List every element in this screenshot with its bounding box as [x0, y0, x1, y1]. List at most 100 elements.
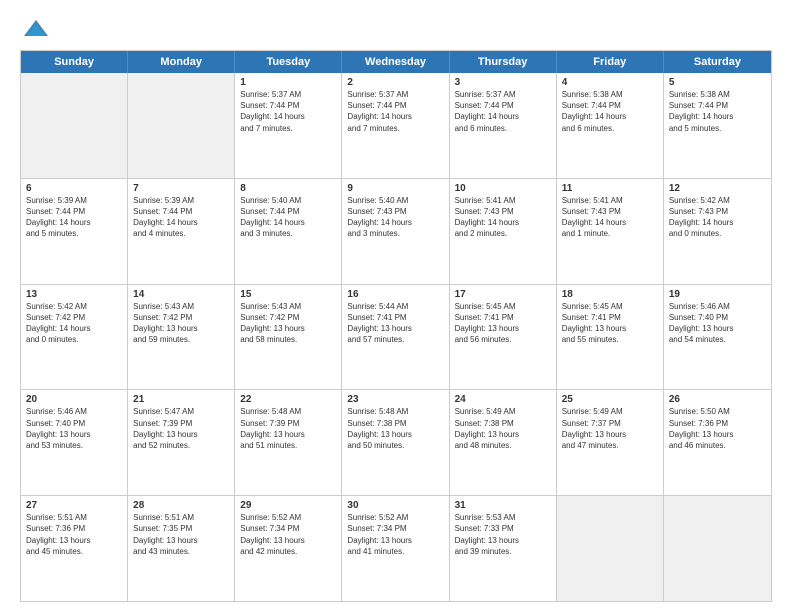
calendar-cell: 1Sunrise: 5:37 AM Sunset: 7:44 PM Daylig…	[235, 73, 342, 178]
calendar-cell	[664, 496, 771, 601]
day-number: 31	[455, 500, 551, 511]
day-number: 1	[240, 77, 336, 88]
day-number: 18	[562, 289, 658, 300]
calendar-cell: 30Sunrise: 5:52 AM Sunset: 7:34 PM Dayli…	[342, 496, 449, 601]
calendar-cell	[557, 496, 664, 601]
calendar-cell: 5Sunrise: 5:38 AM Sunset: 7:44 PM Daylig…	[664, 73, 771, 178]
calendar-cell: 17Sunrise: 5:45 AM Sunset: 7:41 PM Dayli…	[450, 285, 557, 390]
calendar-row: 27Sunrise: 5:51 AM Sunset: 7:36 PM Dayli…	[21, 496, 771, 601]
calendar-cell: 14Sunrise: 5:43 AM Sunset: 7:42 PM Dayli…	[128, 285, 235, 390]
cell-details: Sunrise: 5:53 AM Sunset: 7:33 PM Dayligh…	[455, 512, 551, 557]
calendar-cell: 11Sunrise: 5:41 AM Sunset: 7:43 PM Dayli…	[557, 179, 664, 284]
weekday-header: Sunday	[21, 51, 128, 73]
day-number: 9	[347, 183, 443, 194]
cell-details: Sunrise: 5:38 AM Sunset: 7:44 PM Dayligh…	[669, 89, 766, 134]
cell-details: Sunrise: 5:42 AM Sunset: 7:42 PM Dayligh…	[26, 301, 122, 346]
cell-details: Sunrise: 5:37 AM Sunset: 7:44 PM Dayligh…	[347, 89, 443, 134]
weekday-header: Friday	[557, 51, 664, 73]
cell-details: Sunrise: 5:40 AM Sunset: 7:44 PM Dayligh…	[240, 195, 336, 240]
day-number: 11	[562, 183, 658, 194]
day-number: 15	[240, 289, 336, 300]
calendar-cell: 29Sunrise: 5:52 AM Sunset: 7:34 PM Dayli…	[235, 496, 342, 601]
day-number: 17	[455, 289, 551, 300]
day-number: 30	[347, 500, 443, 511]
cell-details: Sunrise: 5:43 AM Sunset: 7:42 PM Dayligh…	[240, 301, 336, 346]
calendar-cell: 24Sunrise: 5:49 AM Sunset: 7:38 PM Dayli…	[450, 390, 557, 495]
calendar-row: 6Sunrise: 5:39 AM Sunset: 7:44 PM Daylig…	[21, 179, 771, 285]
calendar-row: 20Sunrise: 5:46 AM Sunset: 7:40 PM Dayli…	[21, 390, 771, 496]
cell-details: Sunrise: 5:41 AM Sunset: 7:43 PM Dayligh…	[455, 195, 551, 240]
cell-details: Sunrise: 5:37 AM Sunset: 7:44 PM Dayligh…	[455, 89, 551, 134]
day-number: 23	[347, 394, 443, 405]
header	[20, 18, 772, 40]
day-number: 10	[455, 183, 551, 194]
calendar-cell: 6Sunrise: 5:39 AM Sunset: 7:44 PM Daylig…	[21, 179, 128, 284]
calendar-cell: 9Sunrise: 5:40 AM Sunset: 7:43 PM Daylig…	[342, 179, 449, 284]
day-number: 25	[562, 394, 658, 405]
calendar-cell: 19Sunrise: 5:46 AM Sunset: 7:40 PM Dayli…	[664, 285, 771, 390]
calendar-cell: 4Sunrise: 5:38 AM Sunset: 7:44 PM Daylig…	[557, 73, 664, 178]
calendar-cell: 7Sunrise: 5:39 AM Sunset: 7:44 PM Daylig…	[128, 179, 235, 284]
cell-details: Sunrise: 5:49 AM Sunset: 7:38 PM Dayligh…	[455, 406, 551, 451]
calendar-cell: 8Sunrise: 5:40 AM Sunset: 7:44 PM Daylig…	[235, 179, 342, 284]
day-number: 24	[455, 394, 551, 405]
calendar-cell: 27Sunrise: 5:51 AM Sunset: 7:36 PM Dayli…	[21, 496, 128, 601]
cell-details: Sunrise: 5:39 AM Sunset: 7:44 PM Dayligh…	[26, 195, 122, 240]
calendar-cell: 16Sunrise: 5:44 AM Sunset: 7:41 PM Dayli…	[342, 285, 449, 390]
weekday-header: Monday	[128, 51, 235, 73]
day-number: 26	[669, 394, 766, 405]
day-number: 28	[133, 500, 229, 511]
cell-details: Sunrise: 5:43 AM Sunset: 7:42 PM Dayligh…	[133, 301, 229, 346]
calendar-cell: 10Sunrise: 5:41 AM Sunset: 7:43 PM Dayli…	[450, 179, 557, 284]
day-number: 21	[133, 394, 229, 405]
day-number: 4	[562, 77, 658, 88]
weekday-header: Thursday	[450, 51, 557, 73]
day-number: 6	[26, 183, 122, 194]
cell-details: Sunrise: 5:52 AM Sunset: 7:34 PM Dayligh…	[240, 512, 336, 557]
cell-details: Sunrise: 5:40 AM Sunset: 7:43 PM Dayligh…	[347, 195, 443, 240]
cell-details: Sunrise: 5:49 AM Sunset: 7:37 PM Dayligh…	[562, 406, 658, 451]
day-number: 27	[26, 500, 122, 511]
day-number: 14	[133, 289, 229, 300]
calendar-cell: 20Sunrise: 5:46 AM Sunset: 7:40 PM Dayli…	[21, 390, 128, 495]
calendar-body: 1Sunrise: 5:37 AM Sunset: 7:44 PM Daylig…	[21, 73, 771, 601]
page: SundayMondayTuesdayWednesdayThursdayFrid…	[0, 0, 792, 612]
calendar-cell: 25Sunrise: 5:49 AM Sunset: 7:37 PM Dayli…	[557, 390, 664, 495]
day-number: 22	[240, 394, 336, 405]
day-number: 16	[347, 289, 443, 300]
cell-details: Sunrise: 5:46 AM Sunset: 7:40 PM Dayligh…	[669, 301, 766, 346]
calendar-cell: 23Sunrise: 5:48 AM Sunset: 7:38 PM Dayli…	[342, 390, 449, 495]
day-number: 19	[669, 289, 766, 300]
calendar-cell: 12Sunrise: 5:42 AM Sunset: 7:43 PM Dayli…	[664, 179, 771, 284]
logo-icon	[22, 18, 50, 40]
day-number: 7	[133, 183, 229, 194]
calendar-cell: 2Sunrise: 5:37 AM Sunset: 7:44 PM Daylig…	[342, 73, 449, 178]
cell-details: Sunrise: 5:37 AM Sunset: 7:44 PM Dayligh…	[240, 89, 336, 134]
cell-details: Sunrise: 5:51 AM Sunset: 7:36 PM Dayligh…	[26, 512, 122, 557]
cell-details: Sunrise: 5:39 AM Sunset: 7:44 PM Dayligh…	[133, 195, 229, 240]
calendar-cell: 26Sunrise: 5:50 AM Sunset: 7:36 PM Dayli…	[664, 390, 771, 495]
calendar-cell: 21Sunrise: 5:47 AM Sunset: 7:39 PM Dayli…	[128, 390, 235, 495]
calendar-cell: 31Sunrise: 5:53 AM Sunset: 7:33 PM Dayli…	[450, 496, 557, 601]
logo	[20, 18, 50, 40]
day-number: 8	[240, 183, 336, 194]
cell-details: Sunrise: 5:46 AM Sunset: 7:40 PM Dayligh…	[26, 406, 122, 451]
cell-details: Sunrise: 5:38 AM Sunset: 7:44 PM Dayligh…	[562, 89, 658, 134]
day-number: 29	[240, 500, 336, 511]
calendar-cell: 15Sunrise: 5:43 AM Sunset: 7:42 PM Dayli…	[235, 285, 342, 390]
weekday-header: Saturday	[664, 51, 771, 73]
day-number: 12	[669, 183, 766, 194]
calendar-row: 13Sunrise: 5:42 AM Sunset: 7:42 PM Dayli…	[21, 285, 771, 391]
day-number: 13	[26, 289, 122, 300]
cell-details: Sunrise: 5:47 AM Sunset: 7:39 PM Dayligh…	[133, 406, 229, 451]
weekday-header: Tuesday	[235, 51, 342, 73]
cell-details: Sunrise: 5:51 AM Sunset: 7:35 PM Dayligh…	[133, 512, 229, 557]
cell-details: Sunrise: 5:50 AM Sunset: 7:36 PM Dayligh…	[669, 406, 766, 451]
cell-details: Sunrise: 5:42 AM Sunset: 7:43 PM Dayligh…	[669, 195, 766, 240]
cell-details: Sunrise: 5:52 AM Sunset: 7:34 PM Dayligh…	[347, 512, 443, 557]
weekday-header: Wednesday	[342, 51, 449, 73]
cell-details: Sunrise: 5:45 AM Sunset: 7:41 PM Dayligh…	[562, 301, 658, 346]
cell-details: Sunrise: 5:48 AM Sunset: 7:38 PM Dayligh…	[347, 406, 443, 451]
calendar-cell: 18Sunrise: 5:45 AM Sunset: 7:41 PM Dayli…	[557, 285, 664, 390]
day-number: 3	[455, 77, 551, 88]
